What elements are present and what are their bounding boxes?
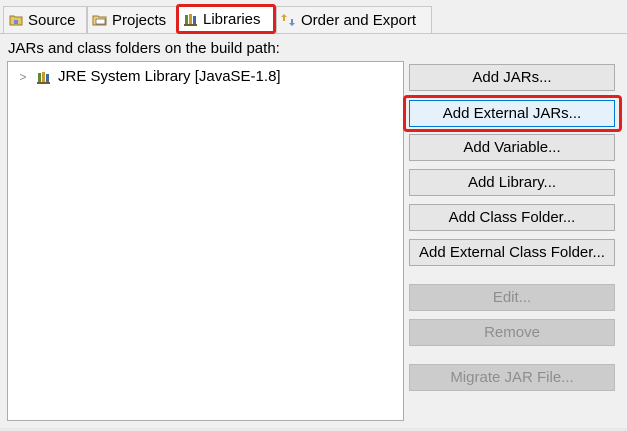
tree-item[interactable]: > JRE System Library [JavaSE-1.8] xyxy=(16,68,281,85)
tab-source[interactable]: Source xyxy=(3,6,87,33)
order-export-icon xyxy=(281,12,297,28)
expand-chevron-icon[interactable]: > xyxy=(16,70,30,84)
tab-libraries[interactable]: Libraries xyxy=(176,4,276,34)
build-path-label: JARs and class folders on the build path… xyxy=(8,40,280,57)
remove-button[interactable]: Remove xyxy=(409,319,615,346)
source-folder-icon xyxy=(8,12,24,28)
edit-button[interactable]: Edit... xyxy=(409,284,615,311)
add-library-button[interactable]: Add Library... xyxy=(409,169,615,196)
add-variable-button[interactable]: Add Variable... xyxy=(409,134,615,161)
build-path-tree[interactable]: > JRE System Library [JavaSE-1.8] xyxy=(7,61,404,421)
tab-label: Projects xyxy=(112,11,167,29)
add-external-class-folder-button[interactable]: Add External Class Folder... xyxy=(409,239,615,266)
tab-label: Libraries xyxy=(203,10,261,28)
tab-label: Order and Export xyxy=(301,11,417,29)
projects-icon xyxy=(92,12,108,28)
tree-item-label: JRE System Library [JavaSE-1.8] xyxy=(58,68,281,85)
tab-order-and-export[interactable]: Order and Export xyxy=(276,6,432,33)
add-external-jars-button[interactable]: Add External JARs... xyxy=(409,100,615,127)
migrate-jar-file-button[interactable]: Migrate JAR File... xyxy=(409,364,615,391)
library-icon xyxy=(36,69,52,85)
tab-label: Source xyxy=(28,11,76,29)
add-jars-button[interactable]: Add JARs... xyxy=(409,64,615,91)
add-class-folder-button[interactable]: Add Class Folder... xyxy=(409,204,615,231)
tab-bar: Source Projects Libraries Order and Expo… xyxy=(0,0,627,34)
libraries-icon xyxy=(183,11,199,27)
tab-projects[interactable]: Projects xyxy=(87,6,177,33)
